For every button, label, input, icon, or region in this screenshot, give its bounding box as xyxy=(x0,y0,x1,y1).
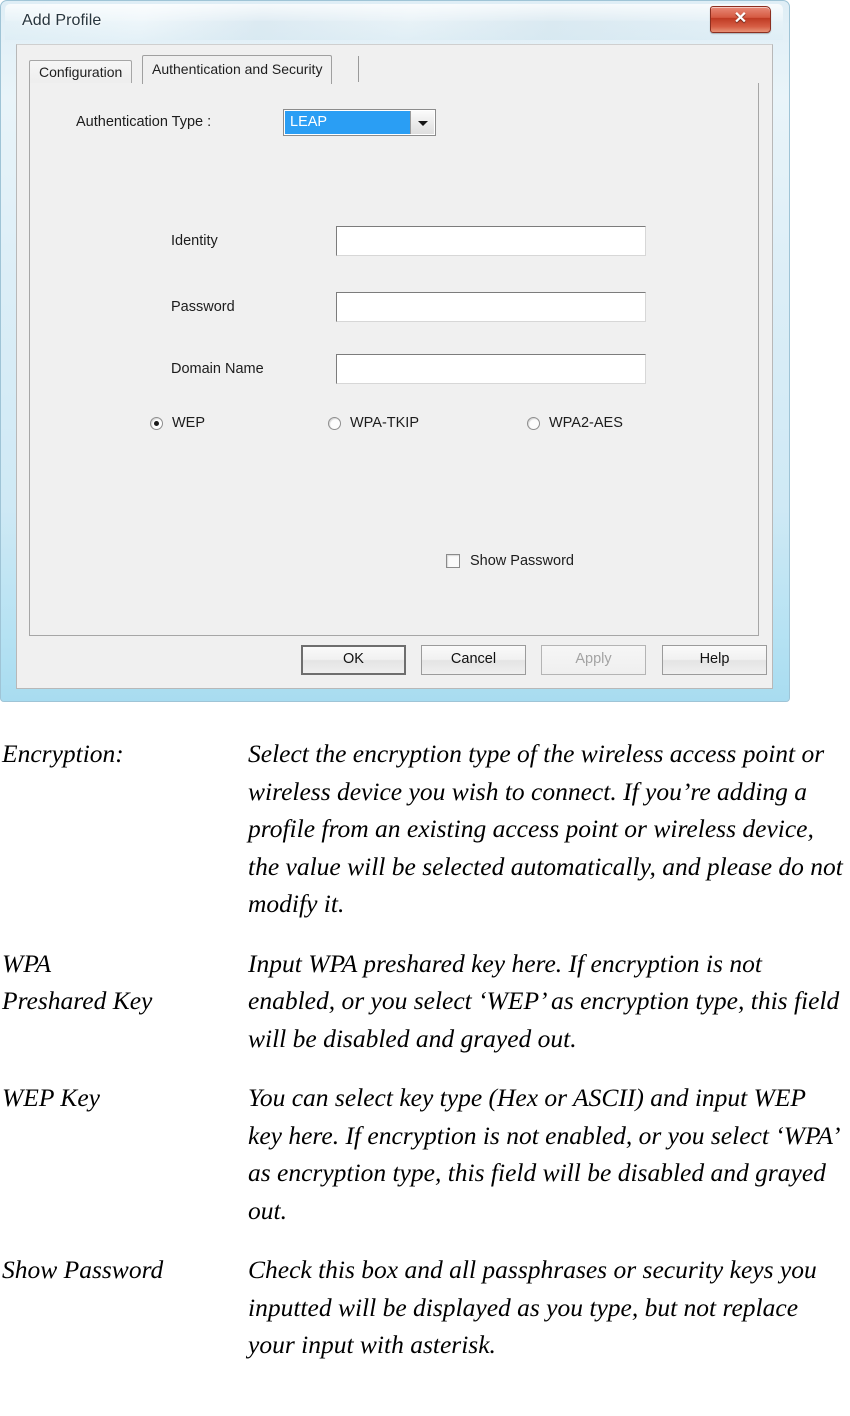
password-label: Password xyxy=(171,299,235,315)
identity-row: Identity xyxy=(30,226,758,258)
tab-authentication-and-security[interactable]: Authentication and Security xyxy=(142,55,333,84)
apply-button: Apply xyxy=(541,645,646,675)
authentication-type-row: Authentication Type : LEAP xyxy=(30,109,758,139)
dialog-button-bar: OK Cancel Apply Help xyxy=(17,645,774,685)
caret-glyph xyxy=(417,120,428,126)
radio-wpa-tkip-label: WPA-TKIP xyxy=(350,415,420,431)
dialog-client-area: Configuration Authentication and Securit… xyxy=(16,44,773,689)
doc-description: Select the encryption type of the wirele… xyxy=(248,739,843,918)
close-button[interactable]: ✕ xyxy=(710,6,771,33)
password-row: Password xyxy=(30,292,758,324)
tab-strip: Configuration Authentication and Securit… xyxy=(29,54,759,84)
doc-term: WEP Key xyxy=(2,1083,100,1112)
doc-entry-wpa-preshared-key: WPA Preshared Key Input WPA preshared ke… xyxy=(0,945,850,1058)
encryption-radio-group: WEP WPA-TKIP WPA2-AES xyxy=(30,413,758,437)
identity-label: Identity xyxy=(171,233,218,249)
authentication-type-label: Authentication Type : xyxy=(76,114,212,130)
doc-description: Check this box and all passphrases or se… xyxy=(248,1255,817,1359)
radio-wpa2-aes-label: WPA2-AES xyxy=(549,415,623,431)
checkbox-unchecked-icon xyxy=(446,554,460,568)
domain-name-row: Domain Name xyxy=(30,354,758,386)
doc-entry-wep-key: WEP Key You can select key type (Hex or … xyxy=(0,1079,850,1229)
ok-button[interactable]: OK xyxy=(301,645,406,675)
tab-strip-divider xyxy=(358,56,359,82)
show-password-label: Show Password xyxy=(470,553,574,569)
domain-name-label: Domain Name xyxy=(171,361,264,377)
radio-wep-label: WEP xyxy=(172,415,206,431)
doc-term: Show Password xyxy=(2,1255,164,1284)
password-input[interactable] xyxy=(336,292,646,322)
doc-entry-show-password: Show Password Check this box and all pas… xyxy=(0,1251,850,1364)
radio-unselected-icon xyxy=(527,417,540,430)
doc-entry-encryption: Encryption: Select the encryption type o… xyxy=(0,735,850,923)
tab-configuration[interactable]: Configuration xyxy=(29,60,133,84)
radio-unselected-icon xyxy=(328,417,341,430)
documentation-list: Encryption: Select the encryption type o… xyxy=(0,735,850,1386)
cancel-button[interactable]: Cancel xyxy=(421,645,526,675)
doc-description: You can select key type (Hex or ASCII) a… xyxy=(248,1083,838,1225)
doc-description: Input WPA preshared key here. If encrypt… xyxy=(248,948,840,1053)
chevron-down-icon[interactable] xyxy=(410,111,434,134)
identity-input[interactable] xyxy=(336,226,646,256)
title-bar[interactable]: Add Profile ✕ xyxy=(5,4,783,40)
authentication-type-select[interactable]: LEAP xyxy=(283,109,436,136)
authentication-type-value: LEAP xyxy=(285,111,411,134)
doc-term: WPA Preshared Key xyxy=(2,948,153,1016)
doc-term: Encryption: xyxy=(2,739,124,768)
authentication-and-security-panel: Authentication Type : LEAP Identity Pass… xyxy=(29,83,759,636)
domain-name-input[interactable] xyxy=(336,354,646,384)
radio-selected-icon xyxy=(150,417,163,430)
window-title: Add Profile xyxy=(22,12,102,29)
help-button[interactable]: Help xyxy=(662,645,767,675)
add-profile-dialog: Add Profile ✕ Configuration Authenticati… xyxy=(0,0,790,702)
close-icon: ✕ xyxy=(733,10,748,27)
